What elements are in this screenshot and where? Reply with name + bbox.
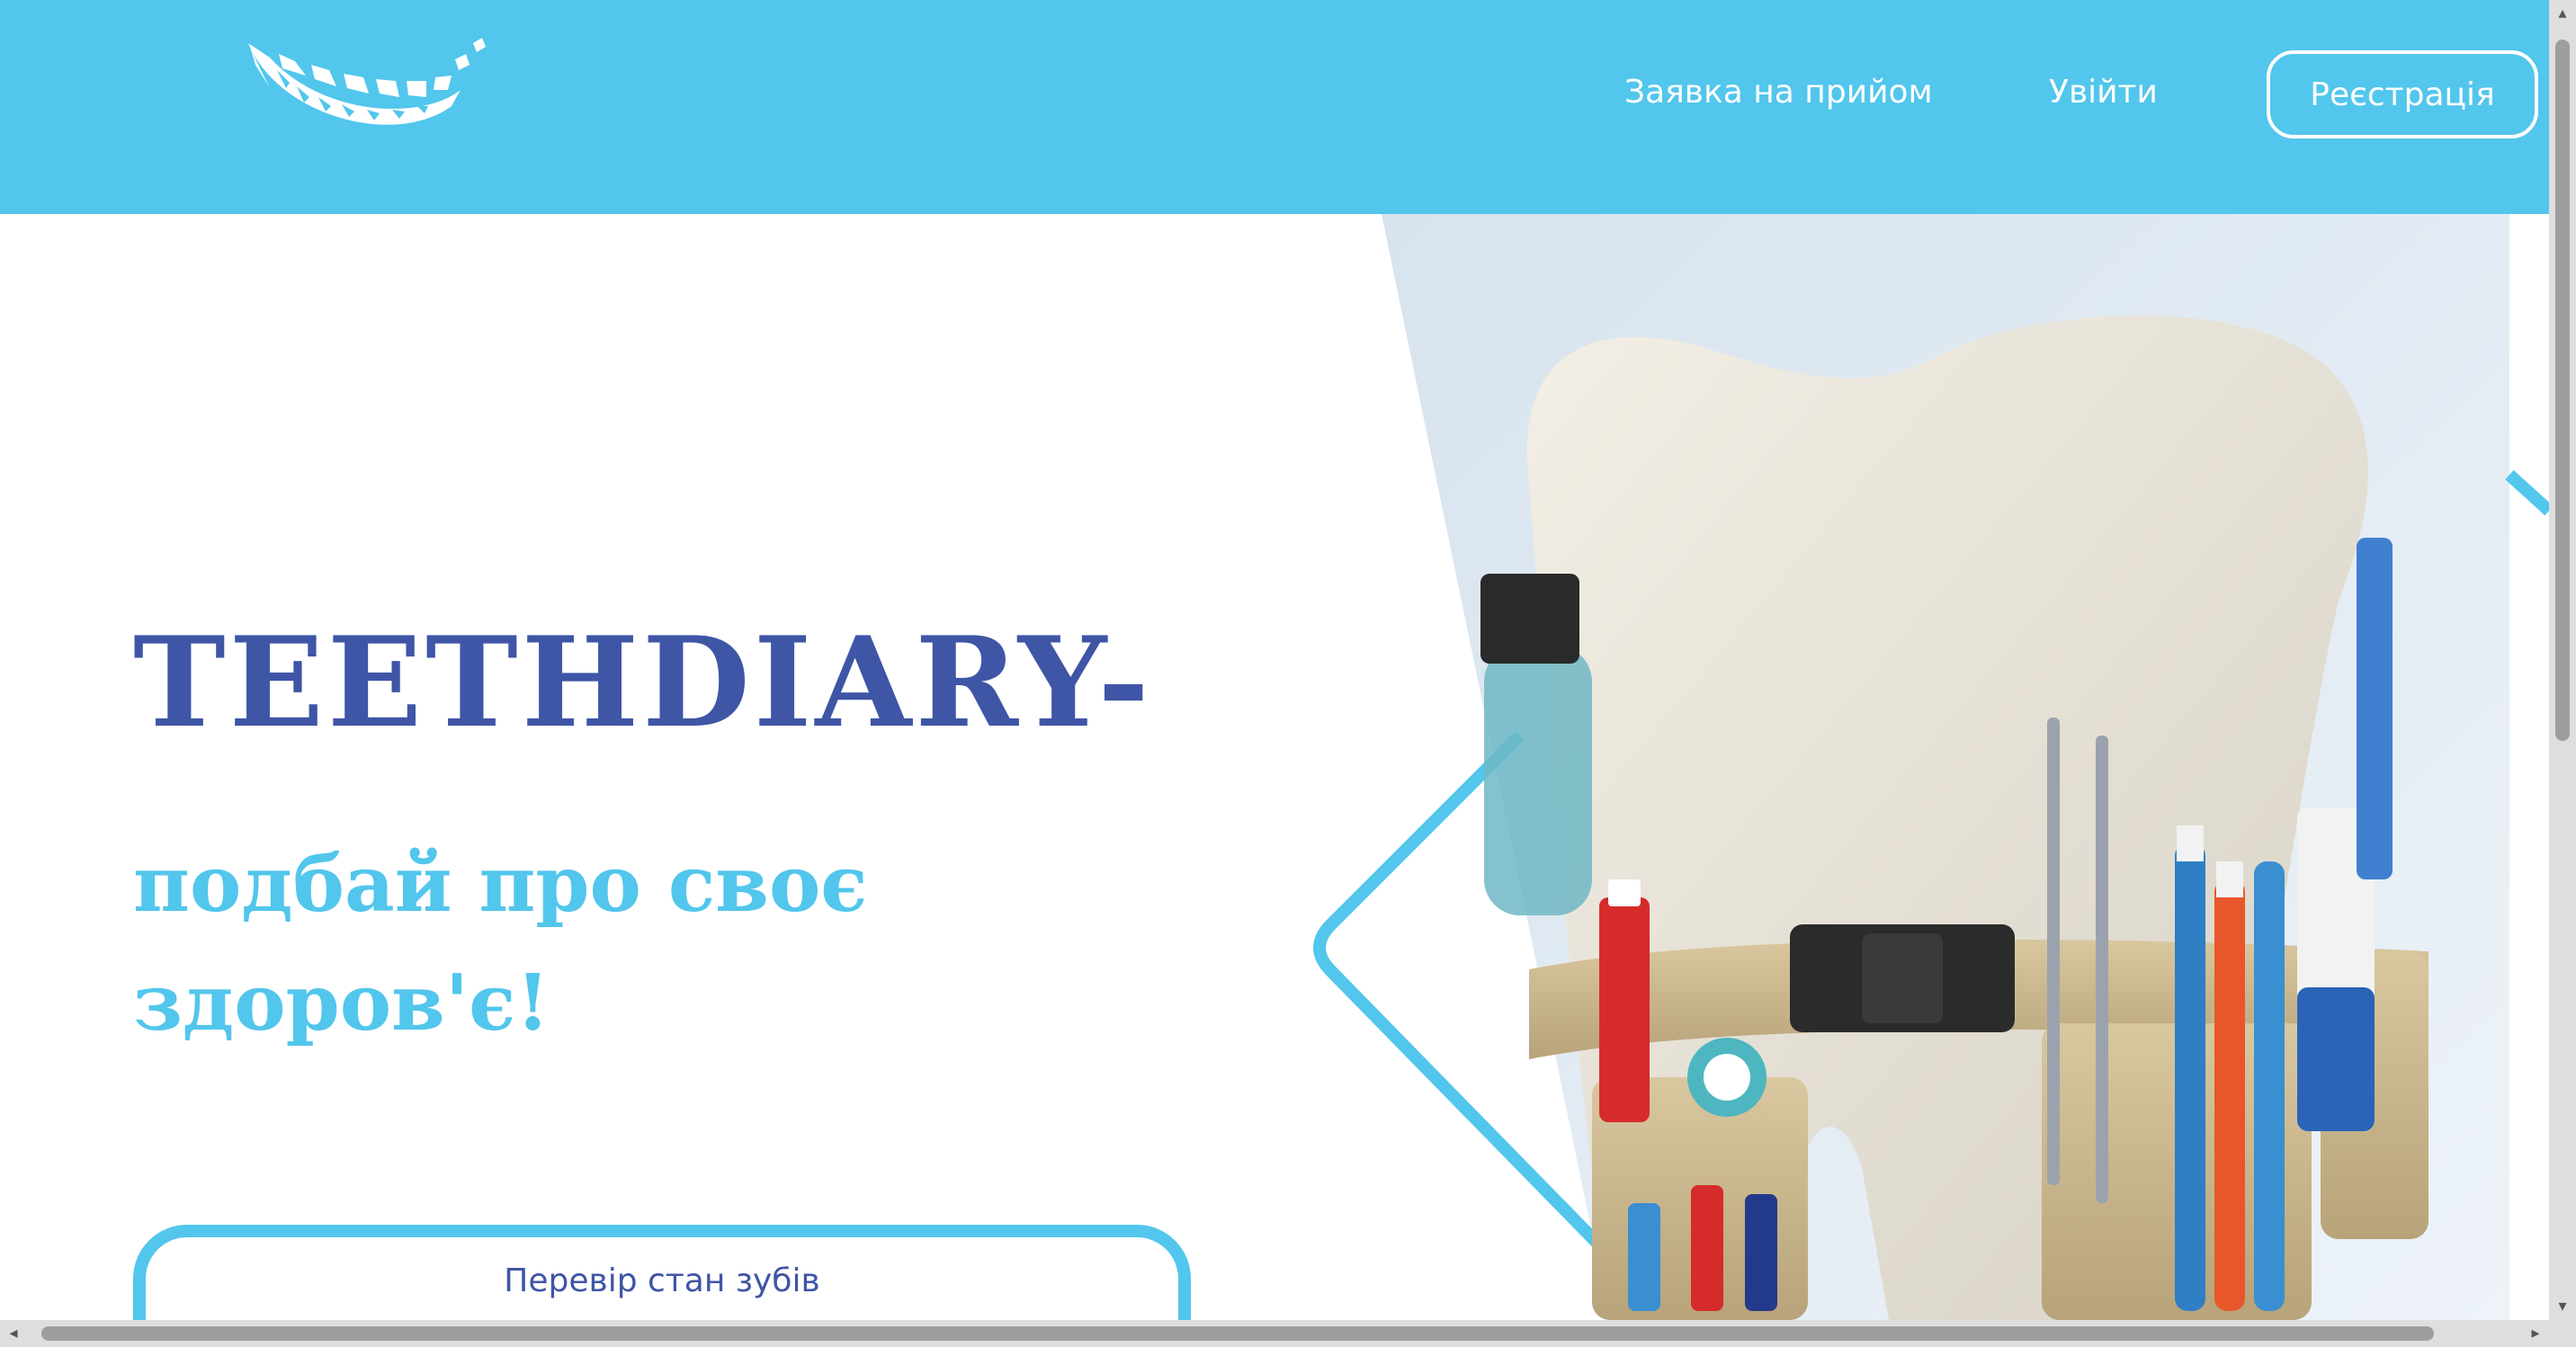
nav-login-link[interactable]: Увійти xyxy=(2049,74,2158,111)
cta-label: Перевір стан зубів xyxy=(504,1262,820,1299)
horizontal-scroll-thumb[interactable] xyxy=(41,1326,2434,1341)
hero-illustration xyxy=(1313,214,2549,1320)
hero-title: TEETHDIARY- xyxy=(133,609,1153,755)
horizontal-scrollbar[interactable]: ◂ ▸ xyxy=(0,1320,2549,1347)
page: Заявка на прийом Увійти Реєстрація TEETH… xyxy=(0,0,2549,1320)
register-button[interactable]: Реєстрація xyxy=(2267,50,2538,138)
scrollbar-corner xyxy=(2549,1320,2576,1347)
scroll-up-arrow-icon[interactable]: ▴ xyxy=(2549,0,2576,27)
site-header: Заявка на прийом Увійти Реєстрація xyxy=(0,0,2549,214)
scroll-down-arrow-icon[interactable]: ▾ xyxy=(2549,1293,2576,1320)
nav-appointment-link[interactable]: Заявка на прийом xyxy=(1624,74,1933,111)
check-teeth-button[interactable]: Перевір стан зубів xyxy=(133,1225,1191,1320)
scroll-left-arrow-icon[interactable]: ◂ xyxy=(0,1320,27,1347)
vertical-scrollbar[interactable]: ▴ ▾ xyxy=(2549,0,2576,1320)
smile-logo-icon[interactable] xyxy=(243,34,495,155)
vertical-scroll-thumb[interactable] xyxy=(2555,40,2570,741)
scroll-right-arrow-icon[interactable]: ▸ xyxy=(2522,1320,2549,1347)
hero-subtitle: подбай про своє здоров'є! xyxy=(133,839,868,1048)
